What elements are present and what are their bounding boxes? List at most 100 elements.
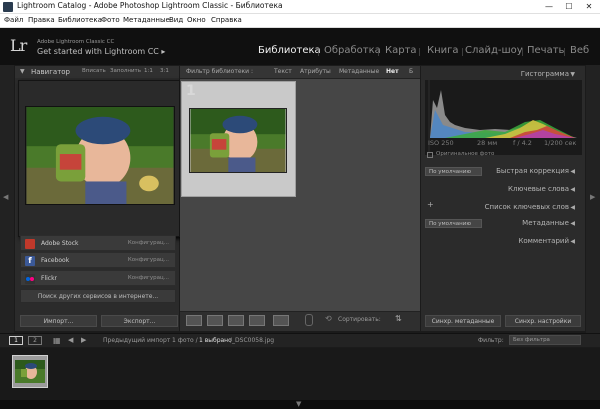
publish-service-facebook[interactable]: f Facebook Конфигурац...	[20, 252, 176, 268]
export-button[interactable]: Экспорт...	[101, 315, 178, 327]
zoom-3-1[interactable]: 3:1	[160, 68, 169, 74]
module-book[interactable]: Книга	[427, 45, 459, 56]
flickr-icon	[25, 274, 35, 284]
rotate-icon[interactable]: ⟲	[325, 314, 332, 323]
collapse-right-icon[interactable]: ▶	[590, 193, 595, 201]
loupe-view-icon[interactable]	[207, 315, 223, 326]
photo-count: 1 фото /	[172, 337, 198, 344]
grid-view-icon[interactable]	[186, 315, 202, 326]
lightroom-window: Lightroom Catalog - Adobe Photoshop Ligh…	[0, 0, 600, 409]
painter-icon[interactable]	[305, 314, 313, 326]
publish-service-adobe-stock[interactable]: Adobe Stock Конфигурац...	[20, 235, 176, 251]
close-button[interactable]: ✕	[580, 0, 598, 14]
collapse-left-icon[interactable]: ◀	[3, 193, 8, 201]
people-view-icon[interactable]	[273, 315, 289, 326]
module-library[interactable]: Библиотека	[258, 45, 321, 56]
grid-icon[interactable]: ▦	[53, 336, 61, 345]
module-separator: |	[377, 47, 380, 56]
metadata-header[interactable]: Метаданные ◀	[421, 217, 585, 230]
filter-none-tab[interactable]: Нет	[386, 68, 399, 75]
minimize-button[interactable]: —	[540, 0, 558, 14]
original-photo-label: Оригинальное фото	[436, 151, 495, 157]
module-separator: |	[521, 47, 524, 56]
navigator-preview-image[interactable]	[25, 106, 175, 205]
grid-cell-index: 1	[186, 83, 196, 99]
get-started-link[interactable]: Get started with Lightroom CC ▸	[37, 47, 165, 56]
filmstrip	[0, 348, 600, 400]
back-arrow-icon[interactable]: ◀	[68, 336, 73, 344]
lightroom-logo: Lr	[10, 36, 27, 55]
comments-header[interactable]: Комментарий ◀	[421, 235, 585, 248]
original-photo-checkbox[interactable]	[427, 152, 433, 158]
filmstrip-source[interactable]: Предыдущий импорт	[103, 337, 170, 344]
menu-library[interactable]: Библиотека	[58, 16, 102, 24]
filter-label: Фильтр:	[478, 337, 504, 344]
collapse-triangle-icon: ◀	[570, 220, 575, 227]
sync-metadata-button[interactable]: Синхр. метаданные	[425, 315, 501, 327]
filmstrip-thumbnail[interactable]	[15, 360, 45, 383]
module-slideshow[interactable]: Слайд-шоу	[465, 45, 523, 56]
menu-help[interactable]: Справка	[211, 16, 242, 24]
module-separator: |	[563, 47, 566, 56]
facebook-icon: f	[25, 256, 35, 266]
secondary-window-2[interactable]: 2	[28, 336, 42, 345]
zoom-1-1[interactable]: 1:1	[144, 68, 153, 74]
shutter-speed: 1/200 сек	[544, 139, 577, 147]
filter-dropdown[interactable]: Без фильтра	[509, 335, 581, 345]
collapse-triangle-icon: ◀	[570, 238, 575, 245]
publish-service-flickr[interactable]: Flickr Конфигурац...	[20, 270, 176, 286]
menu-view[interactable]: Вид	[169, 16, 183, 24]
survey-view-icon[interactable]	[249, 315, 265, 326]
quick-develop-header[interactable]: Быстрая коррекция ◀	[421, 165, 585, 178]
navigator-header[interactable]: ▼ Навигатор Вписать Заполнить 1:1 3:1	[15, 66, 179, 78]
keywording-header[interactable]: Ключевые слова ◀	[421, 183, 585, 196]
menu-bar: Файл Правка Библиотека Фото Метаданные В…	[0, 14, 600, 28]
module-map[interactable]: Карта	[385, 45, 417, 56]
collapse-triangle-icon[interactable]: ▼	[20, 68, 25, 75]
collapse-triangle-icon: ◀	[570, 168, 575, 175]
filter-text-tab[interactable]: Текст	[274, 68, 292, 75]
module-print[interactable]: Печать	[527, 45, 564, 56]
forward-arrow-icon[interactable]: ▶	[81, 336, 86, 344]
module-web[interactable]: Веб	[570, 45, 589, 56]
module-separator: |	[317, 47, 320, 56]
window-title: Lightroom Catalog - Adobe Photoshop Ligh…	[17, 1, 283, 10]
filter-title: Фильтр библиотеки :	[186, 68, 253, 75]
find-more-services-button[interactable]: Поиск других сервисов в интернете...	[20, 289, 176, 303]
sync-settings-button[interactable]: Синхр. настройки	[505, 315, 581, 327]
title-bar: Lightroom Catalog - Adobe Photoshop Ligh…	[0, 0, 600, 14]
menu-window[interactable]: Окно	[187, 16, 206, 24]
selected-count: 1 выбрано	[199, 337, 232, 344]
filter-overflow: Б	[409, 68, 414, 75]
menu-edit[interactable]: Правка	[28, 16, 55, 24]
menu-metadata[interactable]: Метаданные	[123, 16, 170, 24]
identity-plate: Lr Adobe Lightroom Classic CC Get starte…	[0, 28, 600, 65]
aperture: f / 4.2	[513, 139, 532, 147]
filmstrip-bar: 1 2 ▦ ◀ ▶ Предыдущий импорт 1 фото / 1 в…	[0, 333, 600, 347]
menu-file[interactable]: Файл	[4, 16, 23, 24]
filter-attributes-tab[interactable]: Атрибуты	[300, 68, 331, 75]
iso-value: ISO 250	[428, 139, 454, 147]
collapse-triangle-icon: ◀	[570, 186, 575, 193]
focal-length: 28 мм	[477, 139, 498, 147]
zoom-fill[interactable]: Заполнить	[110, 68, 141, 74]
navigator-title: Навигатор	[31, 68, 70, 76]
compare-view-icon[interactable]	[228, 315, 244, 326]
filter-metadata-tab[interactable]: Метаданные	[339, 68, 379, 75]
import-button[interactable]: Импорт...	[20, 315, 97, 327]
menu-photo[interactable]: Фото	[101, 16, 120, 24]
library-filter-bar: Фильтр библиотеки : Текст Атрибуты Метад…	[180, 66, 420, 79]
sort-direction-icon[interactable]: ⇅	[395, 314, 402, 323]
filename: /_DSC0058.jpg	[230, 337, 275, 344]
grid-thumbnail[interactable]	[189, 108, 287, 173]
adobe-stock-icon	[25, 239, 35, 249]
module-develop[interactable]: Обработка	[324, 45, 381, 56]
keyword-list-header[interactable]: Список ключевых слов ◀	[421, 201, 585, 214]
zoom-fit[interactable]: Вписать	[82, 68, 106, 74]
maximize-button[interactable]: ☐	[560, 0, 578, 14]
module-separator: |	[461, 47, 464, 56]
secondary-window-1[interactable]: 1	[9, 336, 23, 345]
product-name: Adobe Lightroom Classic CC	[37, 39, 115, 45]
collapse-filmstrip-icon[interactable]: ▼	[296, 400, 301, 408]
module-separator: |	[418, 47, 421, 56]
